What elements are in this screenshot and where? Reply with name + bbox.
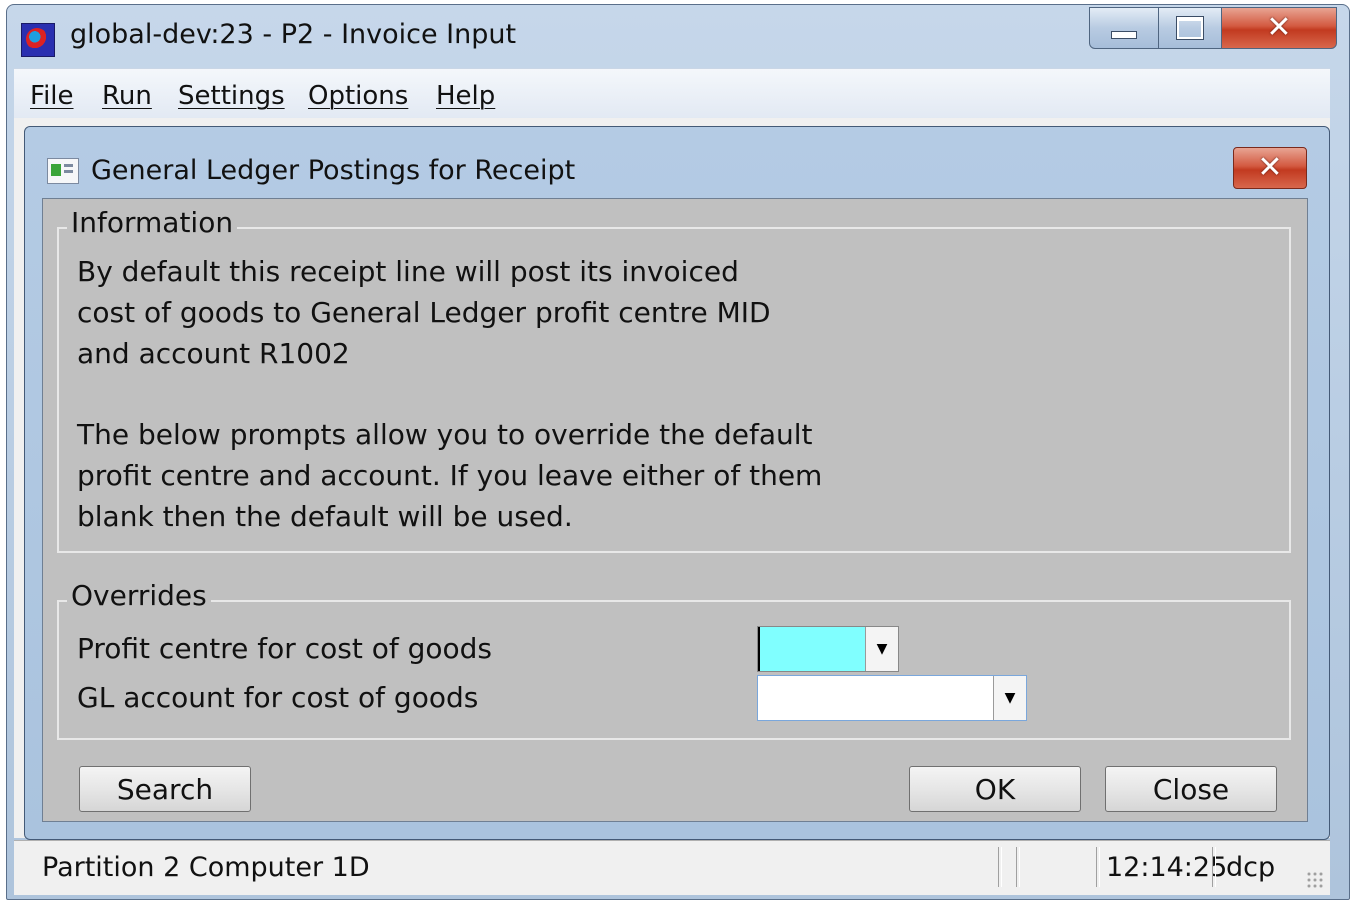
info-line: profit centre and account. If you leave … [77, 459, 823, 492]
resize-grip[interactable] [1306, 871, 1324, 889]
dialog-close-button[interactable]: ✕ [1233, 147, 1307, 189]
menu-options[interactable]: Options [308, 81, 408, 111]
maximize-icon [1176, 16, 1204, 40]
close-button[interactable]: Close [1105, 766, 1277, 812]
gl-account-dropdown-button[interactable]: ▼ [993, 676, 1026, 720]
menu-file[interactable]: File [30, 81, 74, 111]
gl-account-label: GL account for cost of goods [77, 681, 479, 714]
window-title: global-dev:23 - P2 - Invoice Input [70, 19, 517, 50]
menu-help[interactable]: Help [436, 81, 495, 111]
info-line: blank then the default will be used. [77, 500, 573, 533]
status-partition: Partition 2 Computer 1D [42, 852, 370, 883]
information-group: Information By default this receipt line… [57, 207, 1291, 553]
gl-account-combo[interactable]: ▼ [757, 675, 1027, 721]
status-divider [1212, 847, 1216, 887]
profit-centre-input[interactable] [758, 627, 866, 671]
gl-postings-dialog: General Ledger Postings for Receipt ✕ In… [24, 126, 1330, 840]
app-icon [21, 23, 55, 57]
dropdown-arrow-icon: ▼ [1004, 690, 1016, 706]
close-icon: ✕ [1266, 10, 1292, 45]
ok-button[interactable]: OK [909, 766, 1081, 812]
overrides-group: Overrides Profit centre for cost of good… [57, 580, 1291, 740]
dialog-body: Information By default this receipt line… [42, 198, 1308, 822]
maximize-button[interactable] [1158, 7, 1222, 49]
ok-button-label: OK [974, 772, 1016, 806]
information-legend: Information [67, 207, 238, 239]
overrides-legend: Overrides [67, 580, 211, 612]
status-time: 12:14:25 [1106, 852, 1228, 883]
status-divider [1016, 847, 1020, 887]
info-line: The below prompts allow you to override … [77, 418, 813, 451]
status-divider [1096, 847, 1100, 887]
search-button-label: Search [116, 772, 214, 806]
minimize-icon [1111, 31, 1137, 39]
profit-centre-combo[interactable]: ▼ [757, 626, 899, 672]
close-button-label: Close [1152, 772, 1230, 806]
status-divider [998, 847, 1002, 887]
info-line: cost of goods to General Ledger profit c… [77, 296, 771, 329]
dialog-title: General Ledger Postings for Receipt [91, 155, 576, 186]
window-close-button[interactable]: ✕ [1221, 7, 1337, 49]
info-line: By default this receipt line will post i… [77, 255, 739, 288]
status-user: dcp [1226, 852, 1276, 883]
menu-run[interactable]: Run [102, 81, 152, 111]
dropdown-arrow-icon: ▼ [876, 641, 888, 657]
menu-bar: File Run Settings Options Help [14, 68, 1330, 119]
profit-centre-label: Profit centre for cost of goods [77, 632, 492, 665]
close-icon: ✕ [1257, 150, 1283, 185]
status-bar: Partition 2 Computer 1D 12:14:25 dcp [14, 840, 1330, 895]
window-titlebar[interactable]: global-dev:23 - P2 - Invoice Input ✕ [7, 5, 1349, 71]
profit-centre-dropdown-button[interactable]: ▼ [865, 627, 898, 671]
gl-account-input[interactable] [758, 676, 994, 720]
menu-settings[interactable]: Settings [178, 81, 285, 111]
minimize-button[interactable] [1089, 7, 1159, 49]
info-line: and account R1002 [77, 337, 350, 370]
form-icon [47, 158, 79, 184]
search-button[interactable]: Search [79, 766, 251, 812]
